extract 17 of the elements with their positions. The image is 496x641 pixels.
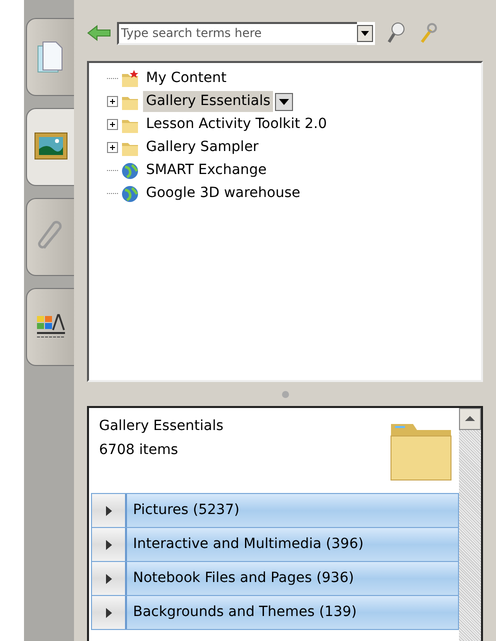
tree-item[interactable]: Gallery Sampler bbox=[143, 137, 262, 158]
category-label: Pictures (5237) bbox=[127, 494, 458, 527]
search-field[interactable]: Type search terms here bbox=[117, 22, 357, 44]
category-row[interactable]: Pictures (5237) bbox=[91, 493, 459, 528]
category-label: Backgrounds and Themes (139) bbox=[127, 596, 458, 629]
tree-item[interactable]: SMART Exchange bbox=[143, 160, 270, 181]
gallery-title: Gallery Essentials bbox=[99, 417, 224, 436]
category-row[interactable]: Interactive and Multimedia (396) bbox=[91, 527, 459, 562]
item-count: 6708 items bbox=[99, 441, 180, 460]
tree-item[interactable]: Google 3D warehouse bbox=[143, 183, 304, 204]
category-label: Interactive and Multimedia (396) bbox=[127, 528, 458, 561]
category-label: Notebook Files and Pages (936) bbox=[127, 562, 458, 595]
tree-item[interactable]: Lesson Activity Toolkit 2.0 bbox=[143, 114, 330, 135]
category-row[interactable]: Backgrounds and Themes (139) bbox=[91, 595, 459, 630]
tree-item[interactable]: My Content bbox=[143, 68, 230, 89]
tree-item[interactable]: Gallery Essentials bbox=[143, 91, 274, 112]
category-row[interactable]: Notebook Files and Pages (936) bbox=[91, 561, 459, 596]
